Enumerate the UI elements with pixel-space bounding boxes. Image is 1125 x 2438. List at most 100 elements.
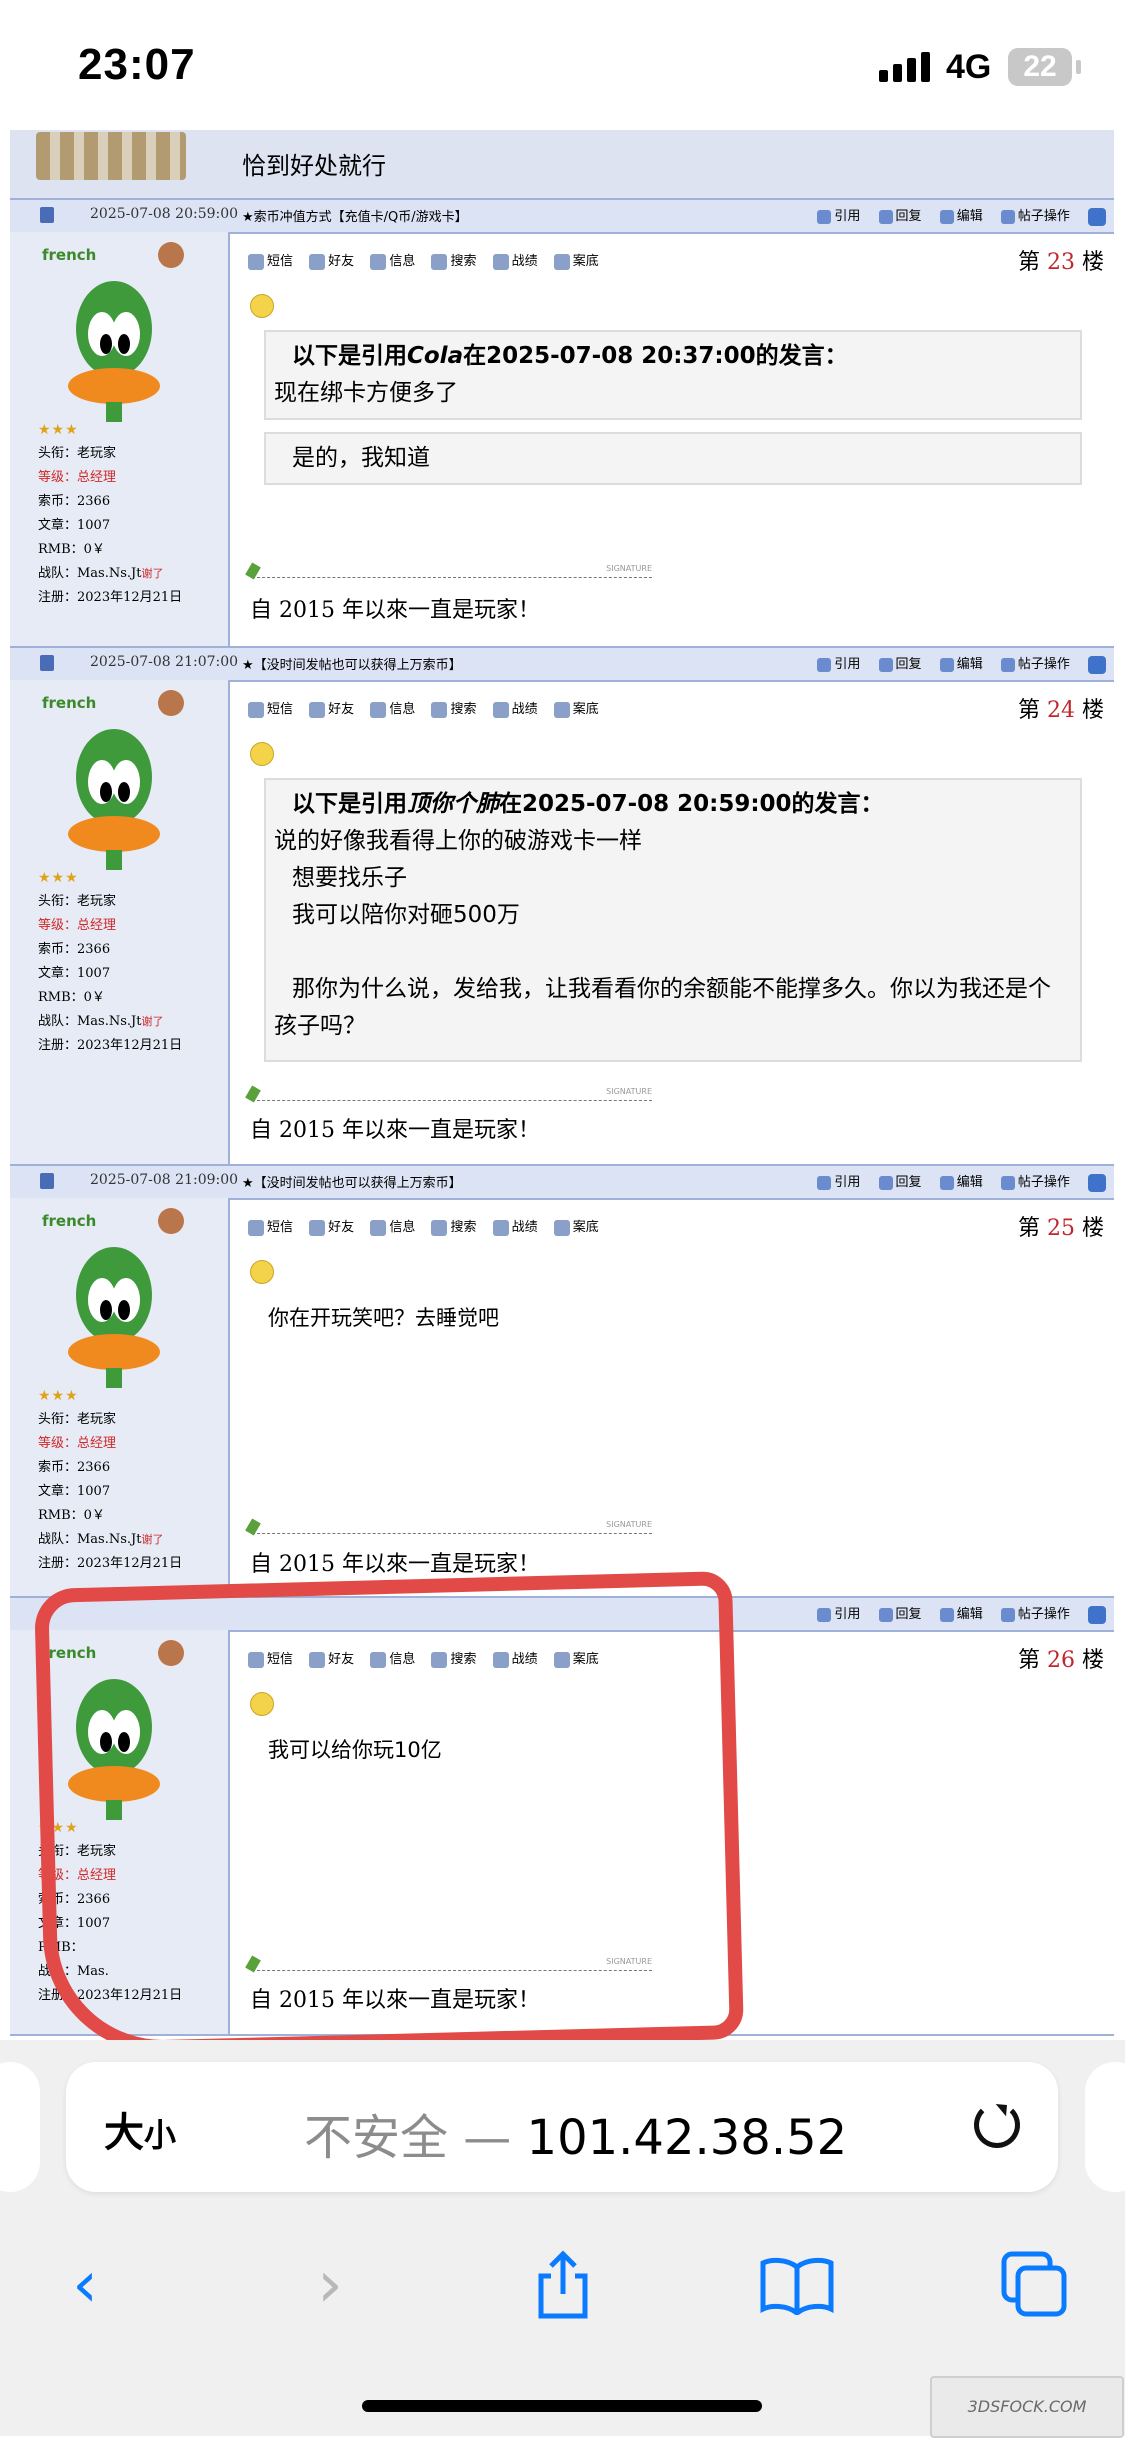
record-button[interactable]: 战绩: [492, 250, 538, 270]
floor-number: 第 26 楼: [1017, 1648, 1104, 1673]
user-sidebar: french ★★★ 头衔：老玩家 等级：总经理 索币：2366 文章：1007…: [10, 680, 230, 1164]
reload-icon[interactable]: [974, 2102, 1020, 2148]
prev-tab-preview[interactable]: [0, 2062, 40, 2192]
user-toolbar: 短信 好友 信息 搜索 战绩 案底: [248, 698, 611, 718]
reply-button[interactable]: 回复: [878, 653, 922, 672]
back-button[interactable]: ‹: [40, 2240, 130, 2330]
post-header: 2025-07-08 20:59:00 ★索币冲值方式【充值卡/Q币/游戏卡】 …: [10, 198, 1114, 234]
battery-icon: 22: [1008, 48, 1072, 86]
quote-icon: [817, 1175, 832, 1190]
signal-icon: [879, 52, 935, 82]
site-watermark: 3DSFOCK.COM: [930, 2376, 1124, 2438]
post-icon: [40, 207, 54, 223]
info-button[interactable]: 信息: [370, 250, 415, 270]
post-ad-link[interactable]: ★【没时间发帖也可以获得上万索币】: [242, 654, 462, 673]
record-button[interactable]: 战绩: [492, 1216, 538, 1236]
search-button[interactable]: 搜索: [431, 1216, 476, 1236]
clock: 23:07: [78, 40, 196, 89]
friend-icon: [309, 1219, 326, 1236]
signature-divider: SIGNATURE: [245, 1518, 652, 1536]
post-ops-button[interactable]: 帖子操作: [1000, 1603, 1070, 1622]
friend-button[interactable]: 好友: [309, 698, 354, 718]
info-icon: [370, 1219, 387, 1236]
post-ops-button[interactable]: 帖子操作: [1000, 205, 1070, 224]
post-ad-link[interactable]: ★【没时间发帖也可以获得上万索币】: [242, 1172, 462, 1191]
message-button[interactable]: 短信: [248, 1216, 293, 1236]
gender-icon: [158, 1208, 184, 1234]
username[interactable]: french: [42, 1212, 96, 1230]
edit-button[interactable]: 编辑: [939, 205, 983, 224]
reply-button[interactable]: 回复: [878, 1603, 922, 1622]
scroll-top-icon[interactable]: [1088, 1605, 1106, 1624]
record-icon: [492, 1219, 509, 1236]
search-icon: [431, 253, 448, 270]
scroll-top-icon[interactable]: [1088, 655, 1106, 674]
signature: 自 2015 年以來一直是玩家！: [250, 1118, 540, 1143]
pen-icon: [245, 1085, 261, 1103]
reply-icon: [878, 657, 893, 672]
home-indicator: [362, 2400, 762, 2412]
user-info: 头衔：老玩家 等级：总经理 索币：2366 文章：1007 RMB：0￥ 战队：…: [38, 894, 183, 1053]
search-button[interactable]: 搜索: [431, 698, 476, 718]
post-actions: 引用 回复 编辑 帖子操作: [803, 1171, 1106, 1192]
post-actions: 引用 回复 编辑 帖子操作: [803, 653, 1106, 674]
history-icon: [553, 253, 570, 270]
address-bar[interactable]: 大小 不安全 — 101.42.38.52: [66, 2062, 1058, 2192]
quote-icon: [817, 657, 832, 672]
edit-button[interactable]: 编辑: [939, 1603, 983, 1622]
share-button[interactable]: [518, 2240, 608, 2330]
edit-button[interactable]: 编辑: [939, 1171, 983, 1190]
post-ops-button[interactable]: 帖子操作: [1000, 653, 1070, 672]
friend-button[interactable]: 好友: [309, 1216, 354, 1236]
smiley-icon: [250, 1260, 274, 1284]
friend-button[interactable]: 好友: [309, 250, 354, 270]
record-button[interactable]: 战绩: [492, 698, 538, 718]
message-icon: [248, 701, 264, 718]
pen-icon: [245, 1518, 261, 1536]
history-button[interactable]: 案底: [553, 250, 599, 270]
message-button[interactable]: 短信: [248, 250, 293, 270]
search-icon: [431, 701, 448, 718]
edit-button[interactable]: 编辑: [939, 653, 983, 672]
next-tab-preview[interactable]: [1085, 2062, 1125, 2192]
message-button[interactable]: 短信: [248, 698, 293, 718]
info-icon: [370, 701, 387, 718]
quote-button[interactable]: 引用: [817, 1603, 860, 1622]
scroll-top-icon[interactable]: [1088, 207, 1106, 226]
signature: 自 2015 年以來一直是玩家！: [250, 1552, 540, 1577]
history-icon: [553, 701, 570, 718]
history-button[interactable]: 案底: [553, 698, 599, 718]
avatar[interactable]: [54, 722, 174, 872]
rank-stars: ★★★: [38, 870, 79, 886]
text-size-button[interactable]: 大小: [104, 2100, 176, 2158]
bookmarks-button[interactable]: [752, 2240, 842, 2330]
url-display[interactable]: 不安全 — 101.42.38.52: [304, 2098, 847, 2168]
info-button[interactable]: 信息: [370, 698, 415, 718]
search-button[interactable]: 搜索: [431, 250, 476, 270]
post-ad-link[interactable]: ★索币冲值方式【充值卡/Q币/游戏卡】: [242, 206, 468, 225]
reply-button[interactable]: 回复: [878, 1171, 922, 1190]
user-toolbar: 短信 好友 信息 搜索 战绩 案底: [248, 1216, 611, 1236]
quote-icon: [817, 1607, 832, 1622]
medals-icon: [36, 132, 186, 180]
avatar[interactable]: [54, 1240, 174, 1390]
forward-button[interactable]: ›: [285, 2240, 375, 2330]
post-ops-button[interactable]: 帖子操作: [1000, 1171, 1070, 1190]
reply-box: 是的，我知道: [264, 432, 1082, 485]
username[interactable]: french: [42, 694, 96, 712]
smiley-icon: [250, 742, 274, 766]
post-actions: 引用 回复 编辑 帖子操作: [803, 205, 1106, 226]
history-button[interactable]: 案底: [553, 1216, 599, 1236]
signature-divider: SIGNATURE: [245, 1085, 652, 1103]
floor-number: 第 24 楼: [1017, 698, 1104, 723]
reply-button[interactable]: 回复: [878, 205, 922, 224]
tabs-button[interactable]: [990, 2240, 1080, 2330]
quote-button[interactable]: 引用: [817, 653, 860, 672]
scroll-top-icon[interactable]: [1088, 1173, 1106, 1192]
username[interactable]: french: [42, 246, 96, 264]
avatar[interactable]: [54, 274, 174, 424]
post-23: french ★★★ 头衔：老玩家 等级：总经理 索币：2366 文章：1007…: [10, 232, 1114, 648]
info-button[interactable]: 信息: [370, 1216, 415, 1236]
quote-button[interactable]: 引用: [817, 1171, 860, 1190]
quote-button[interactable]: 引用: [817, 205, 860, 224]
